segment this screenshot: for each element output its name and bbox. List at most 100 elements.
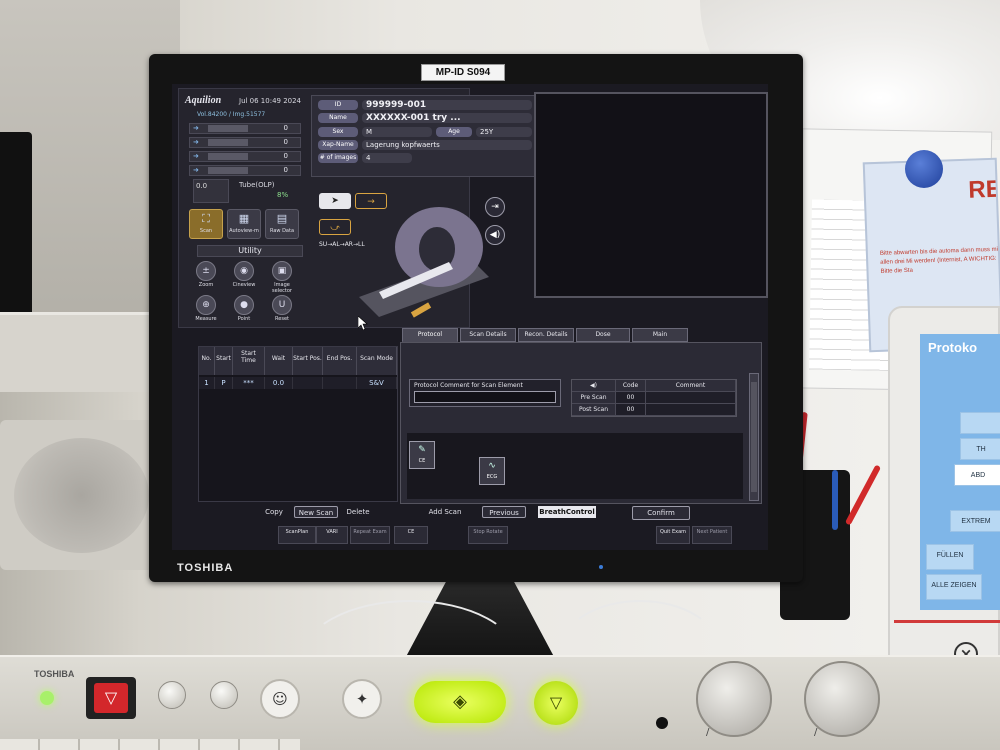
table-cell[interactable] xyxy=(323,377,357,389)
scan-icon: ➜ xyxy=(193,124,199,132)
status-panel: Aquilion Jul 06 10:49 2024 Vol.84200 / I… xyxy=(178,88,537,328)
next-patient-button[interactable]: Next Patient xyxy=(692,526,732,544)
tab-recon-details[interactable]: Recon. Details xyxy=(518,328,574,342)
counter-value: 0 xyxy=(283,166,288,174)
cineview-button[interactable]: ◉ Cineview xyxy=(229,261,259,289)
repeat-exam-button[interactable]: Repeat Exam xyxy=(350,526,390,544)
scrollbar[interactable] xyxy=(749,373,759,501)
counter-value: 0 xyxy=(283,124,288,132)
dial-left-label: / xyxy=(706,727,710,738)
quit-exam-button[interactable]: Quit Exam xyxy=(656,526,690,544)
speaker-grill xyxy=(14,438,149,553)
table-cell[interactable]: P xyxy=(215,377,233,389)
point-icon: ● xyxy=(234,295,254,315)
measure-button[interactable]: ⊕ Measure xyxy=(191,295,221,323)
col-scan-mode: Scan Mode xyxy=(357,347,397,375)
pen xyxy=(832,470,838,530)
tablet-button-alle-zeigen[interactable]: ALLE ZEIGEN xyxy=(926,574,982,600)
utility-header[interactable]: Utility xyxy=(197,245,303,257)
app-logo: Aquilion xyxy=(185,95,222,106)
new-scan-button[interactable]: New Scan xyxy=(294,506,338,518)
syringe-icon: ✎ xyxy=(418,445,426,455)
table-cell[interactable]: 0.0 xyxy=(265,377,293,389)
tablet-title: Protoko xyxy=(928,340,978,355)
point-button[interactable]: ● Point xyxy=(229,295,259,323)
volume-knob[interactable] xyxy=(158,681,186,709)
print-icon: ➜ xyxy=(193,166,199,174)
tablet-button-abd[interactable]: ABD xyxy=(954,464,1000,486)
tab-scan-details[interactable]: Scan Details xyxy=(460,328,516,342)
counter-row: ➜ 0 xyxy=(189,151,301,162)
dose-display: 0.0 xyxy=(193,179,229,203)
datetime: Jul 06 10:49 2024 xyxy=(239,97,302,105)
side-monitor xyxy=(0,132,32,320)
tablet-button-extrem[interactable]: EXTREM xyxy=(950,510,1000,532)
tablet-button[interactable] xyxy=(960,412,1000,434)
ce-toolbar-button[interactable]: CE xyxy=(394,526,428,544)
table-cell[interactable] xyxy=(293,377,323,389)
tab-main[interactable]: Main xyxy=(632,328,688,342)
monitor-brand: TOSHIBA xyxy=(177,562,234,574)
vari-button[interactable]: VARI xyxy=(316,526,348,544)
patient-id: 999999-001 xyxy=(362,100,532,110)
pre-scan-comment[interactable] xyxy=(646,392,736,404)
raw-data-icon: ▤ xyxy=(276,212,288,225)
couch-dial-right[interactable] xyxy=(804,661,880,737)
raw-data-button[interactable]: ▤ Raw Data xyxy=(265,209,299,239)
action-bar: Copy New Scan Delete Add Scan Previous B… xyxy=(178,504,762,520)
autoview-button[interactable]: ▦ Autoview-m xyxy=(227,209,261,239)
code-header: Code xyxy=(616,380,646,392)
copy-button[interactable]: Copy xyxy=(252,506,296,518)
dial-right-label: / xyxy=(814,727,818,738)
detail-tabs: Protocol Scan Details Recon. Details Dos… xyxy=(402,328,768,342)
image-selector-button[interactable]: ▣ Image selector xyxy=(267,261,297,294)
reset-button[interactable]: U Reset xyxy=(267,295,297,323)
pre-scan-code[interactable]: 00 xyxy=(616,392,646,404)
ecg-button[interactable]: ∿ ECG xyxy=(479,457,505,485)
patient-age: 25Y xyxy=(476,127,532,137)
tablet-button-th[interactable]: TH xyxy=(960,438,1000,460)
breath-control-button[interactable]: BreathControl xyxy=(538,506,596,518)
volume-knob[interactable] xyxy=(210,681,238,709)
tablet-button-fuellen[interactable]: FÜLLEN xyxy=(926,544,974,570)
protocol-comment-input[interactable] xyxy=(414,391,556,403)
image-viewer[interactable] xyxy=(534,92,768,298)
tab-dose[interactable]: Dose xyxy=(576,328,630,342)
power-indicator xyxy=(40,691,54,705)
add-scan-button[interactable]: Add Scan xyxy=(422,506,468,518)
ecg-icon: ∿ xyxy=(488,461,496,471)
scanplan-button[interactable]: ScanPlan xyxy=(278,526,316,544)
tube-percent: 8% xyxy=(277,191,289,199)
protocol-comment-title: Protocol Comment for Scan Element xyxy=(414,382,523,389)
emergency-stop-button[interactable]: ▽ xyxy=(86,677,136,719)
stop-rotate-button[interactable]: Stop Rotate xyxy=(468,526,508,544)
power-led xyxy=(599,565,603,569)
zoom-button[interactable]: ± Zoom xyxy=(191,261,221,289)
protocol-comment-box: Protocol Comment for Scan Element xyxy=(409,379,561,407)
shelf xyxy=(0,312,165,392)
confirm-button[interactable]: Confirm xyxy=(632,506,690,520)
intercom-button[interactable]: ☺ xyxy=(260,679,300,719)
delete-button[interactable]: Delete xyxy=(338,506,378,518)
scrollbar-thumb[interactable] xyxy=(751,382,757,492)
patient-id-label: ID xyxy=(318,100,358,110)
ce-button[interactable]: ✎ CE xyxy=(409,441,435,469)
table-cell[interactable]: *** xyxy=(233,377,265,389)
start-scan-button[interactable]: ◈ xyxy=(414,681,506,723)
laser-button[interactable]: ✦ xyxy=(342,679,382,719)
tab-protocol[interactable]: Protocol xyxy=(402,328,458,342)
couch-dial-left[interactable] xyxy=(696,661,772,737)
pen xyxy=(844,464,882,526)
table-cell[interactable]: 1 xyxy=(199,377,215,389)
couch-marker xyxy=(410,302,432,318)
post-scan-code[interactable]: 00 xyxy=(616,404,646,416)
scan-button[interactable]: ⛶ Scan xyxy=(189,209,223,239)
couch-move-button[interactable]: ▽ xyxy=(534,681,578,725)
previous-button[interactable]: Previous xyxy=(482,506,526,518)
post-scan-comment[interactable] xyxy=(646,404,736,416)
console-brand: TOSHIBA xyxy=(34,669,75,679)
col-start: Start xyxy=(215,347,233,375)
table-cell[interactable]: S&V xyxy=(357,377,397,389)
autoview-icon: ▦ xyxy=(238,212,250,225)
keyboard-row[interactable] xyxy=(0,739,300,750)
